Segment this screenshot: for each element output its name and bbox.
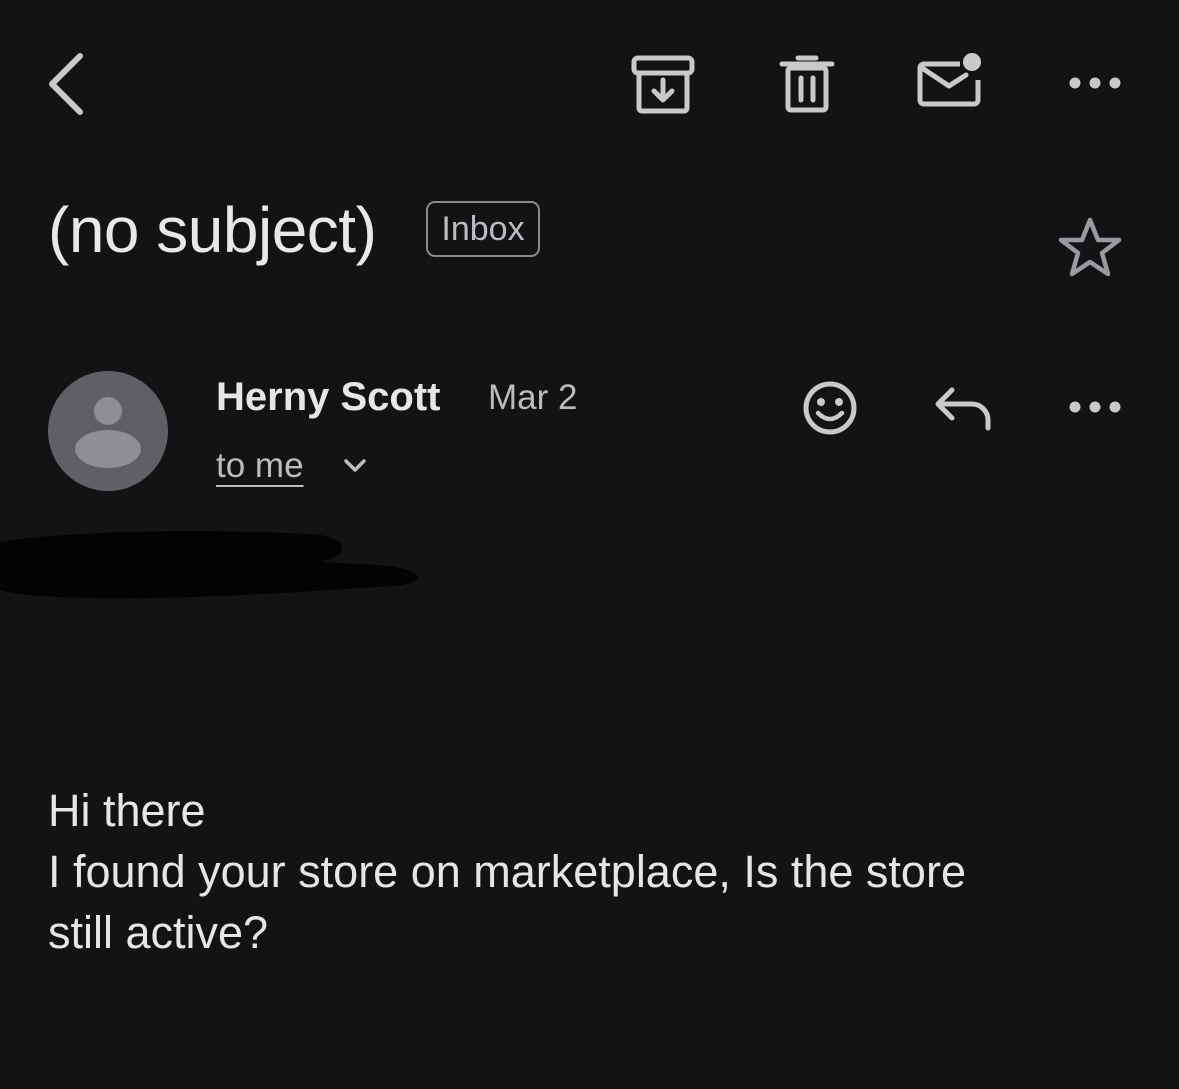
star-icon[interactable] [1054,214,1126,282]
chevron-down-icon[interactable] [342,456,368,476]
person-avatar-icon [75,397,141,468]
back-icon[interactable] [40,50,92,118]
recipient-details-link[interactable]: to me [216,442,304,490]
archive-icon[interactable] [630,52,696,118]
more-horizontal-icon[interactable] [1064,72,1126,94]
email-body: Hi there I found your store on marketpla… [48,780,1128,963]
trash-icon[interactable] [776,52,838,118]
mark-unread-icon[interactable] [914,50,986,112]
message-more-icon[interactable] [1064,396,1126,418]
avatar[interactable] [48,371,168,491]
email-date: Mar 2 [488,378,578,417]
sender-name[interactable]: Herny Scott [216,372,441,422]
email-body-line: Hi there [48,785,206,836]
email-body-line: still active? [48,907,269,958]
redaction-mark [0,528,430,608]
reply-icon[interactable] [932,384,994,434]
email-body-line: I found your store on marketplace, Is th… [48,846,966,897]
email-subject: (no subject) [48,194,377,266]
inbox-label-badge[interactable]: Inbox [426,201,540,257]
add-reaction-icon[interactable] [800,378,860,438]
